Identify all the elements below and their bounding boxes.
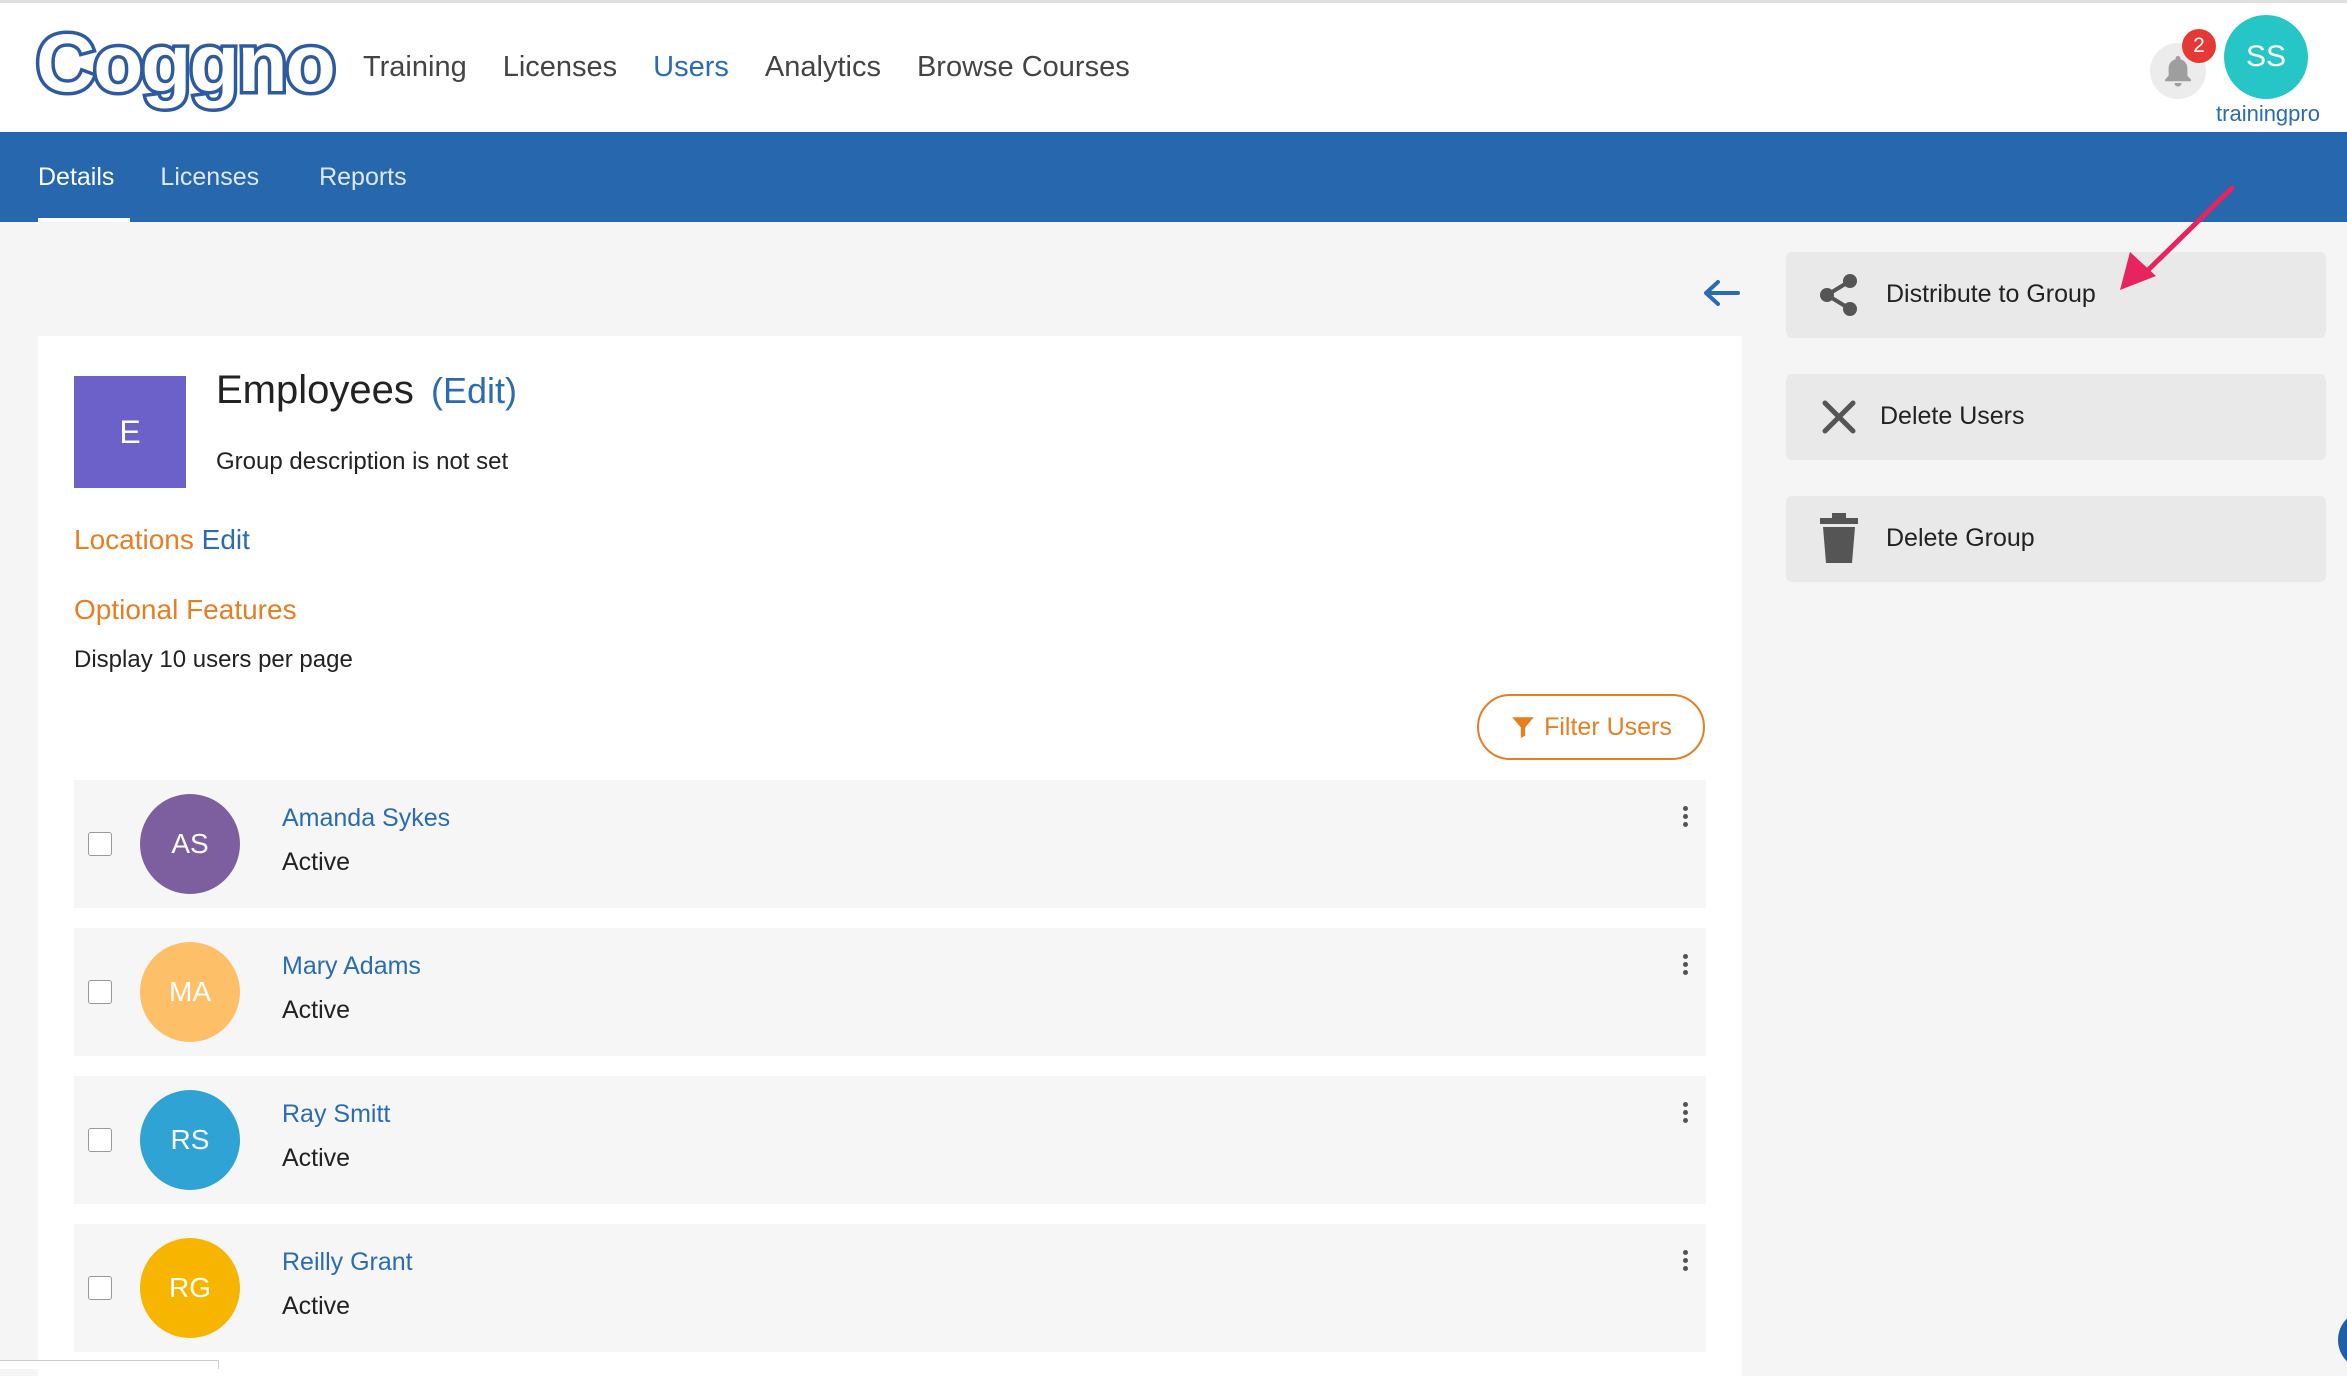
user-avatar: RG	[140, 1238, 240, 1338]
filter-users-label: Filter Users	[1544, 712, 1672, 741]
username-link[interactable]: trainingpro	[2206, 101, 2330, 127]
more-options-icon[interactable]	[1678, 1102, 1692, 1126]
top-navbar: Coggno Training Licenses Users Analytics…	[0, 0, 2347, 132]
user-select-checkbox[interactable]	[88, 832, 112, 856]
users-list: AS Amanda Sykes Active MA Mary Adams Act…	[74, 780, 1706, 1372]
user-status: Active	[282, 1292, 351, 1320]
edit-group-link[interactable]: (Edit)	[431, 370, 517, 411]
edit-locations-link[interactable]: Edit	[202, 524, 250, 555]
more-options-icon[interactable]	[1678, 806, 1692, 830]
locations-label: Locations	[74, 524, 194, 555]
user-avatar[interactable]: SS	[2224, 15, 2308, 99]
trash-icon	[1820, 513, 1858, 563]
delete-group-label: Delete Group	[1886, 524, 2035, 552]
user-avatar: RS	[140, 1090, 240, 1190]
user-select-checkbox[interactable]	[88, 980, 112, 1004]
user-row: RG Reilly Grant Active	[74, 1224, 1706, 1352]
nav-analytics[interactable]: Analytics	[765, 51, 881, 84]
locations-row: Locations Edit	[74, 524, 250, 556]
delete-group-button[interactable]: Delete Group	[1786, 496, 2326, 582]
user-status: Active	[282, 848, 351, 876]
nav-licenses[interactable]: Licenses	[503, 51, 617, 84]
group-badge: E	[74, 376, 186, 488]
user-status: Active	[282, 1144, 351, 1172]
user-row: RS Ray Smitt Active	[74, 1076, 1706, 1204]
main-nav: Training Licenses Users Analytics Browse…	[363, 51, 1130, 84]
tab-details[interactable]: Details	[38, 132, 131, 222]
user-name-link[interactable]: Amanda Sykes	[282, 804, 450, 833]
distribute-to-group-button[interactable]: Distribute to Group	[1786, 252, 2326, 338]
back-arrow-icon[interactable]	[1700, 274, 1742, 312]
user-name-link[interactable]: Ray Smitt	[282, 1100, 390, 1129]
optional-features-heading: Optional Features	[74, 594, 297, 625]
sub-navbar: Details Licenses Reports	[0, 132, 2347, 222]
user-name-link[interactable]: Mary Adams	[282, 952, 421, 981]
group-name: Employees	[216, 368, 414, 412]
group-description: Group description is not set	[216, 448, 509, 475]
user-avatar: MA	[140, 942, 240, 1042]
user-name-link[interactable]: Reilly Grant	[282, 1248, 413, 1277]
share-icon	[1820, 274, 1857, 316]
coggno-logo[interactable]: Coggno	[33, 19, 340, 108]
delete-users-label: Delete Users	[1880, 402, 2025, 430]
delete-users-button[interactable]: Delete Users	[1786, 374, 2326, 460]
user-status: Active	[282, 996, 351, 1024]
nav-training[interactable]: Training	[363, 51, 467, 84]
more-options-icon[interactable]	[1678, 1250, 1692, 1274]
filter-users-button[interactable]: Filter Users	[1477, 694, 1705, 760]
more-options-icon[interactable]	[1678, 954, 1692, 978]
user-row: MA Mary Adams Active	[74, 928, 1706, 1056]
user-select-checkbox[interactable]	[88, 1276, 112, 1300]
sub-nav-tabs: Details Licenses Reports	[38, 132, 467, 222]
close-icon	[1822, 400, 1856, 434]
tab-licenses[interactable]: Licenses	[160, 132, 289, 222]
group-details-card: E Employees (Edit) Group description is …	[38, 336, 1742, 1376]
nav-browse-courses[interactable]: Browse Courses	[917, 51, 1130, 84]
annotation-arrow-icon	[2120, 185, 2235, 290]
filter-icon	[1512, 717, 1534, 738]
users-per-page-text: Display 10 users per page	[74, 646, 353, 673]
user-row: AS Amanda Sykes Active	[74, 780, 1706, 908]
group-title: Employees (Edit)	[216, 368, 517, 413]
user-avatar: AS	[140, 794, 240, 894]
tab-reports[interactable]: Reports	[319, 132, 437, 222]
user-select-checkbox[interactable]	[88, 1128, 112, 1152]
nav-users[interactable]: Users	[653, 51, 729, 84]
distribute-to-group-label: Distribute to Group	[1886, 280, 2096, 308]
notification-count-badge: 2	[2182, 29, 2216, 63]
help-widget-button[interactable]	[2338, 1310, 2347, 1370]
